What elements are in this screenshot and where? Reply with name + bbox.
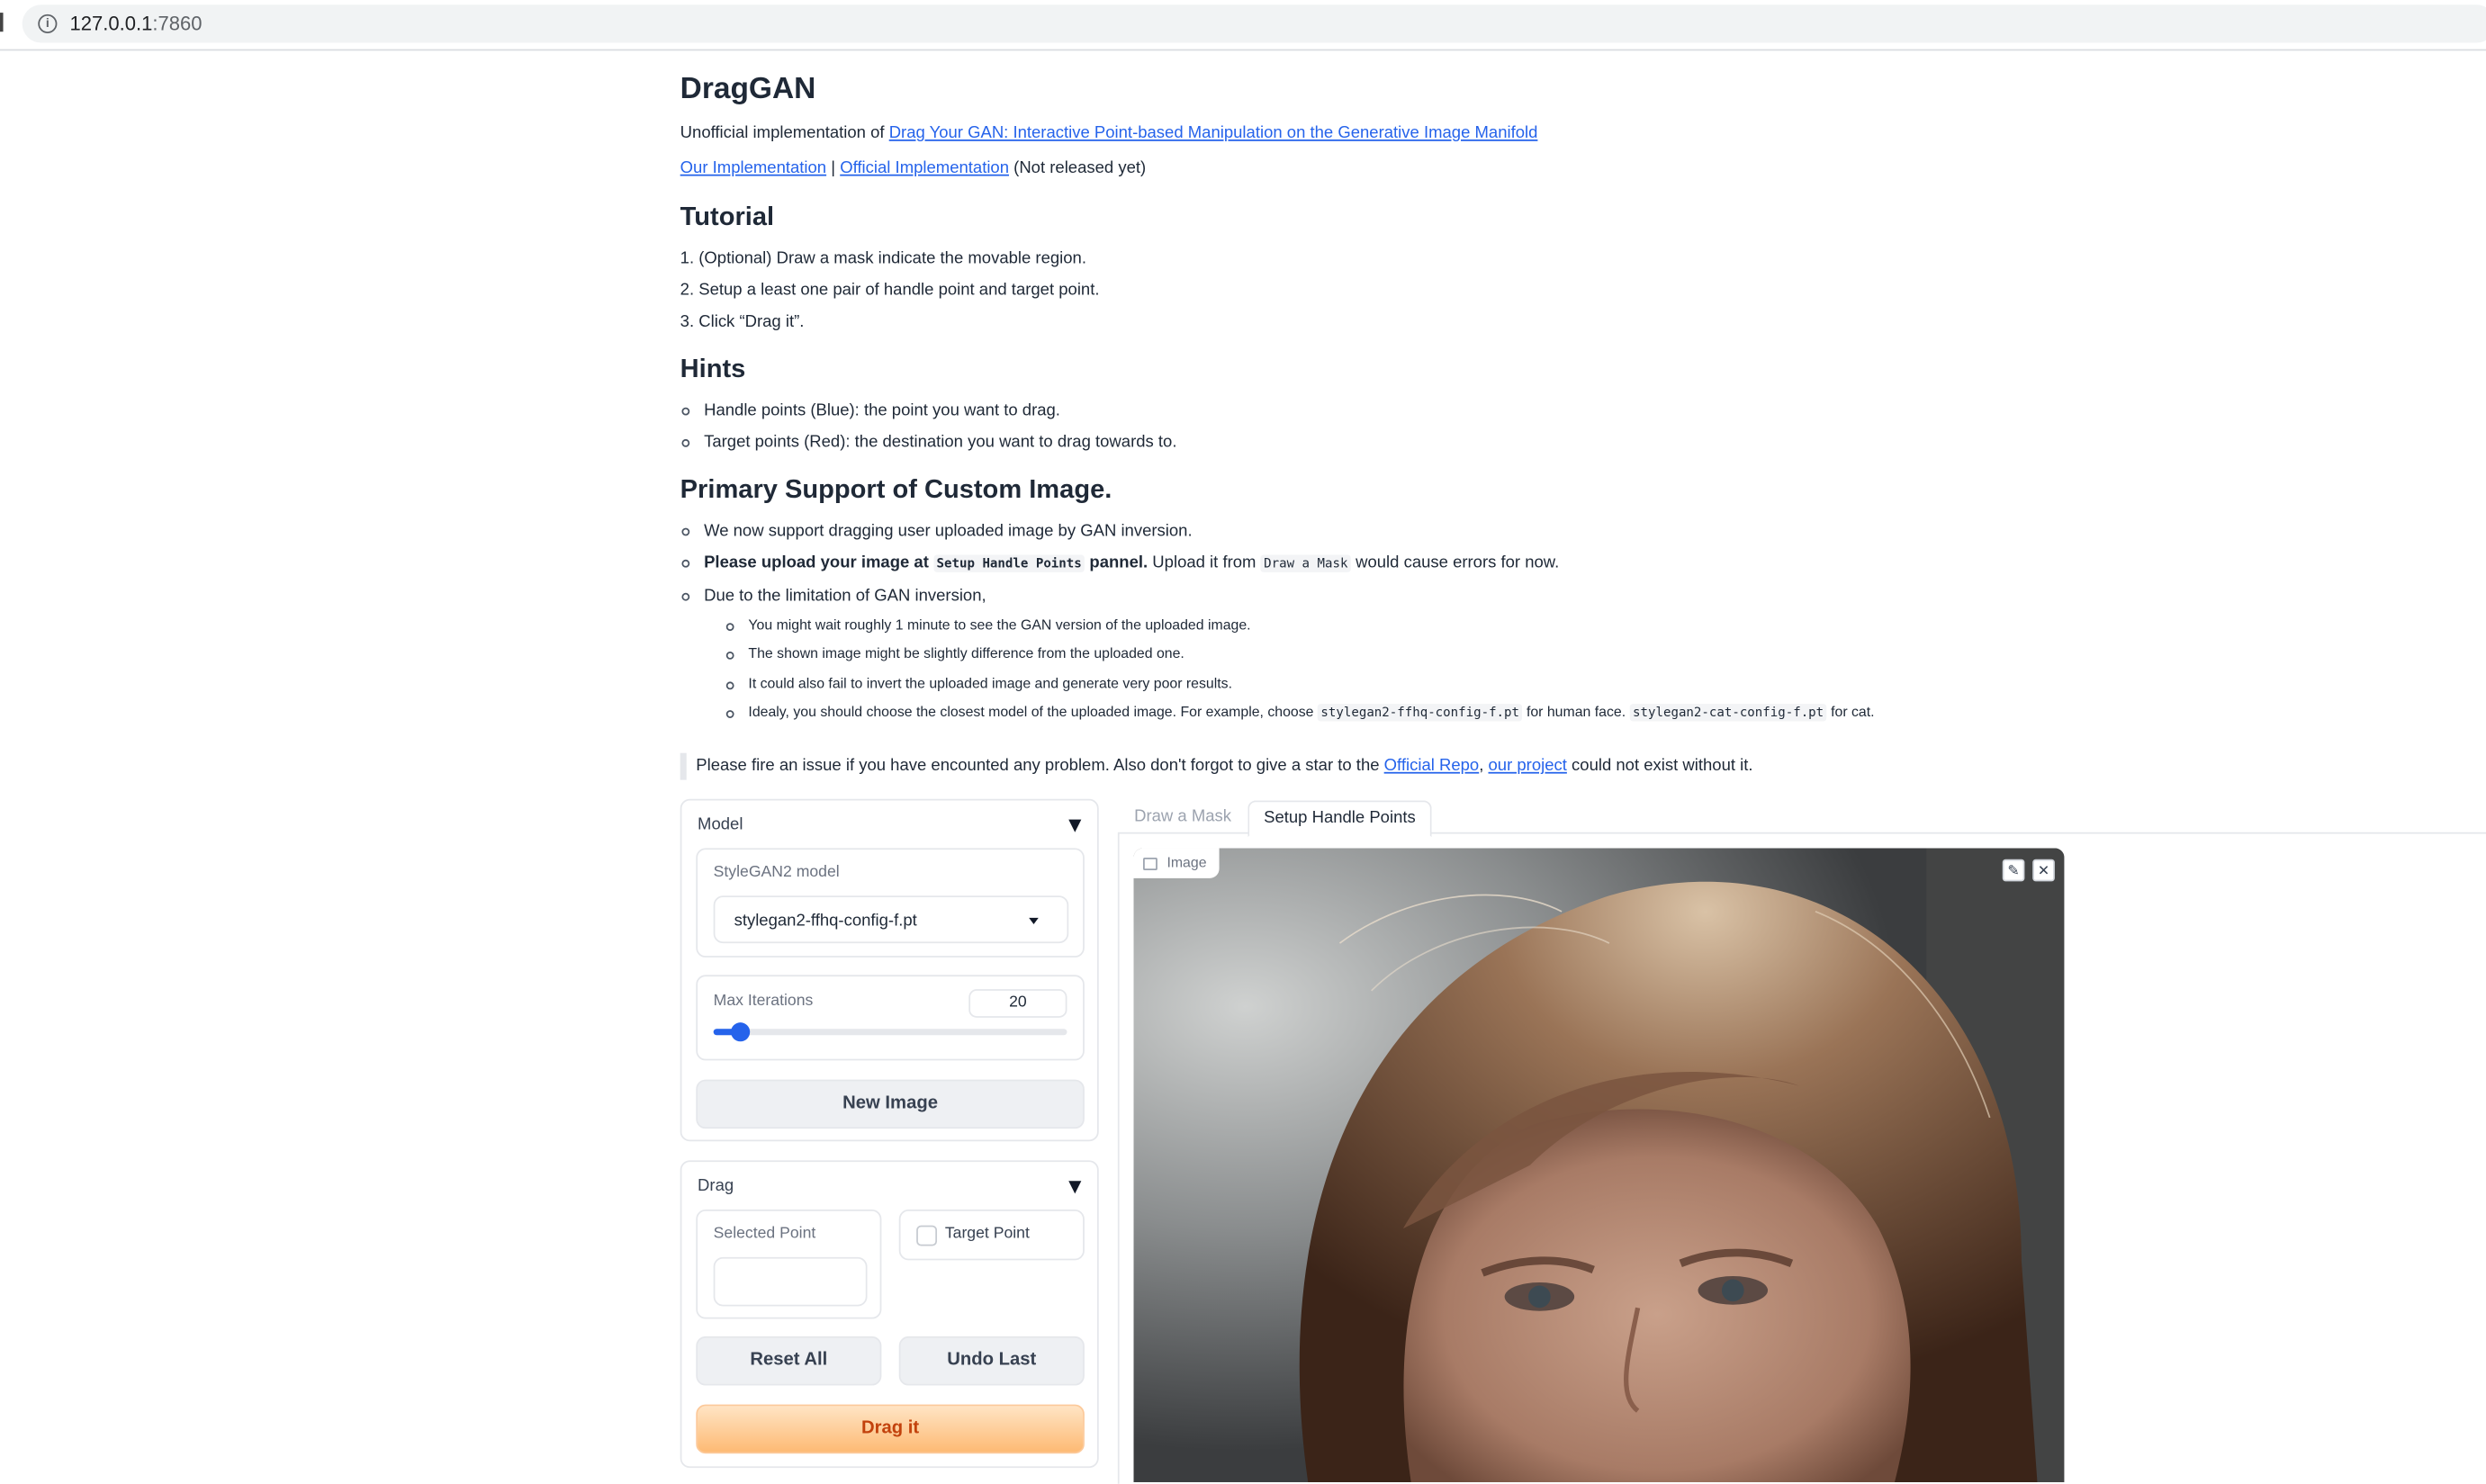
selected-point-label: Selected Point (713, 1225, 816, 1244)
collapse-triangle-icon[interactable] (1068, 819, 1082, 832)
sub-bullet (725, 623, 734, 632)
draw-a-mask-code: Draw a Mask (1260, 554, 1351, 572)
custom-item-3: Due to the limitation of GAN inversion, (704, 586, 986, 606)
our-implementation-link[interactable]: Our Implementation (680, 158, 826, 177)
tutorial-step-3: 3. Click “Drag it”. (680, 312, 805, 332)
issue-note-prefix: Please fire an issue if you have encount… (696, 756, 1384, 776)
official-repo-link[interactable]: Official Repo (1384, 756, 1480, 775)
iterations-slider-thumb[interactable] (731, 1022, 751, 1042)
upload-notice-prefix: Please upload your image at (704, 553, 934, 572)
close-icon[interactable]: ✕ (2032, 859, 2055, 882)
model-accordion: Model StyleGAN2 model stylegan2-ffhq-con… (680, 798, 1099, 1142)
hint-item-1: Handle points (Blue): the point you want… (704, 400, 1060, 420)
model-dropdown-value: stylegan2-ffhq-config-f.pt (734, 911, 917, 931)
custom-bullet (681, 592, 690, 601)
tutorial-heading: Tutorial (680, 202, 775, 232)
target-point-block: Target Point (898, 1210, 1085, 1261)
limitation-item-2: The shown image might be slightly differ… (748, 644, 1184, 661)
limitation-4-prefix: Idealy, you should choose the closest mo… (748, 704, 1318, 720)
not-released-text: (Not released yet) (1013, 158, 1147, 178)
sub-bullet (725, 710, 734, 718)
limitation-4-mid: for human face. (1522, 704, 1630, 720)
upload-notice-bold: Please upload your image at Setup Handle… (704, 553, 1148, 572)
page-title: DragGAN (680, 73, 816, 107)
chevron-down-icon (1029, 917, 1039, 924)
image-canvas[interactable]: Image ✎ ✕ (1133, 848, 2065, 1482)
issue-note: Please fire an issue if you have encount… (696, 756, 1752, 775)
custom-bullet (681, 559, 690, 568)
model-accordion-title[interactable]: Model (698, 814, 743, 833)
tab-setup-handle-points[interactable]: Setup Handle Points (1248, 800, 1432, 838)
face-photo[interactable] (1133, 848, 2065, 1482)
issue-note-suffix: could not exist without it. (1566, 756, 1753, 776)
custom-item-2: Please upload your image at Setup Handle… (704, 553, 1559, 572)
ffhq-model-code: stylegan2-ffhq-config-f.pt (1317, 704, 1523, 722)
model-dropdown[interactable]: stylegan2-ffhq-config-f.pt (713, 895, 1069, 944)
pencil-icon[interactable]: ✎ (2002, 859, 2025, 882)
image-label-text: Image (1166, 854, 1207, 871)
image-icon (1143, 857, 1157, 870)
implementation-links: Our Implementation | Official Implementa… (680, 158, 1146, 177)
url-port: :7860 (152, 13, 203, 35)
window-edge-mark (0, 13, 4, 32)
upload-from-text: Upload it from (1148, 553, 1261, 572)
limitation-item-1: You might wait roughly 1 minute to see t… (748, 616, 1251, 633)
intro-line: Unofficial implementation of Drag Your G… (680, 123, 1538, 142)
model-select-label: StyleGAN2 model (713, 864, 840, 882)
our-project-link[interactable]: our project (1489, 756, 1567, 775)
browser-topbar: i 127.0.0.1:7860 (0, 0, 2486, 51)
collapse-triangle-icon[interactable] (1068, 1181, 1082, 1194)
reset-all-button[interactable]: Reset All (696, 1336, 882, 1386)
tutorial-step-1: 1. (Optional) Draw a mask indicate the m… (680, 248, 1086, 268)
selected-point-block: Selected Point (696, 1210, 882, 1319)
link-separator: | (831, 158, 836, 178)
setup-handle-points-code: Setup Handle Points (933, 554, 1085, 572)
hint-bullet (681, 407, 690, 416)
model-select-block: StyleGAN2 model stylegan2-ffhq-config-f.… (696, 848, 1085, 958)
sub-bullet (725, 681, 734, 690)
hint-item-2: Target points (Red): the destination you… (704, 432, 1177, 453)
issue-note-comma: , (1479, 756, 1489, 776)
hints-heading: Hints (680, 355, 746, 384)
custom-bullet (681, 527, 690, 536)
errors-text: would cause errors for now. (1350, 553, 1560, 572)
new-image-button[interactable]: New Image (696, 1079, 1085, 1129)
blockquote-bar (680, 752, 687, 780)
drag-it-button[interactable]: Drag it (696, 1404, 1085, 1454)
url-text[interactable]: 127.0.0.1:7860 (70, 13, 203, 35)
custom-item-1: We now support dragging user uploaded im… (704, 521, 1193, 541)
undo-last-button[interactable]: Undo Last (898, 1336, 1085, 1386)
custom-image-heading: Primary Support of Custom Image. (680, 475, 1112, 505)
image-label-badge: Image (1133, 848, 1220, 878)
iterations-number-input[interactable]: 20 (968, 989, 1067, 1018)
url-host: 127.0.0.1 (69, 13, 153, 35)
selected-point-input[interactable] (713, 1256, 868, 1307)
intro-prefix: Unofficial implementation of (680, 123, 889, 143)
site-info-icon[interactable]: i (38, 13, 58, 33)
drag-accordion-title[interactable]: Drag (698, 1176, 734, 1195)
tab-draw-a-mask[interactable]: Draw a Mask (1124, 802, 1241, 832)
limitation-4-suffix: for cat. (1826, 704, 1875, 720)
iterations-label: Max Iterations (713, 992, 814, 1011)
iterations-slider-track[interactable] (713, 1029, 1067, 1036)
sub-bullet (725, 651, 734, 660)
drag-accordion: Drag Selected Point Target Point Reset A… (680, 1160, 1099, 1469)
upload-notice-suffix: pannel. (1085, 553, 1148, 572)
target-point-checkbox[interactable] (916, 1225, 938, 1246)
address-bar[interactable]: i 127.0.0.1:7860 (22, 4, 2486, 43)
hint-bullet (681, 438, 690, 447)
official-implementation-link[interactable]: Official Implementation (840, 158, 1009, 177)
iterations-block: Max Iterations 20 (696, 975, 1085, 1061)
paper-link[interactable]: Drag Your GAN: Interactive Point-based M… (889, 123, 1538, 142)
target-point-label[interactable]: Target Point (945, 1226, 1030, 1243)
cat-model-code: stylegan2-cat-config-f.pt (1629, 704, 1827, 722)
limitation-item-3: It could also fail to invert the uploade… (748, 675, 1233, 692)
limitation-item-4: Idealy, you should choose the closest mo… (748, 704, 1875, 722)
tutorial-step-2: 2. Setup a least one pair of handle poin… (680, 280, 1100, 300)
